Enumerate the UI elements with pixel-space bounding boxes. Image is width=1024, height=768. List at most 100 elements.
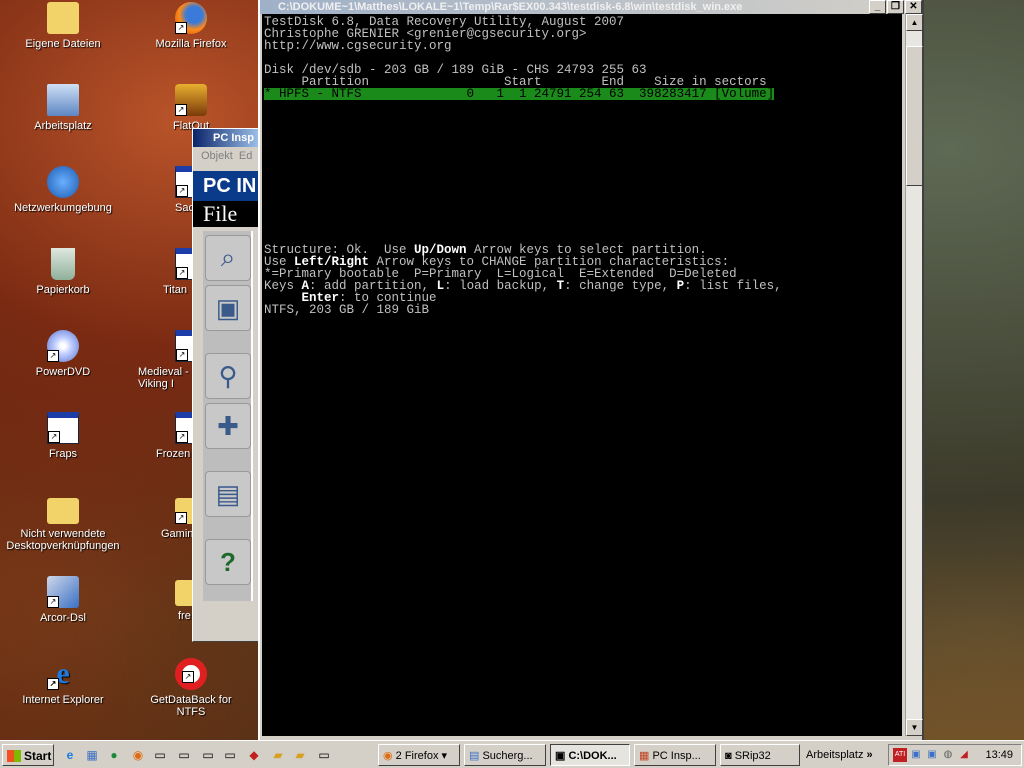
pc-inspector-toolbar: ⌕ ▣ ⚲ ✚ ▤ ? — [203, 231, 253, 601]
windows-logo-icon — [7, 750, 21, 762]
console-titlebar[interactable]: C:\DOKUME~1\Matthes\LOKALE~1\Temp\Rar$EX… — [260, 0, 922, 14]
arbeitsplatz-label: Arbeitsplatz — [806, 749, 864, 761]
firefox-quicklaunch-icon[interactable]: ◉ — [130, 747, 146, 763]
network-icon — [47, 166, 79, 198]
window-quicklaunch-icon[interactable]: ▭ — [152, 747, 168, 763]
folder-open-icon[interactable]: ▤ — [205, 471, 251, 517]
firefox-icon: ◉ — [383, 750, 396, 762]
window-quicklaunch-icon[interactable]: ▭ — [200, 747, 216, 763]
task-label: SRip32 — [734, 750, 771, 762]
game-icon: ↗ — [175, 84, 207, 116]
lifebuoy-icon: ↗ — [175, 658, 207, 690]
folder-documents-icon — [47, 2, 79, 34]
close-button[interactable]: ✕ — [905, 0, 922, 14]
window-quicklaunch-icon[interactable]: ▭ — [222, 747, 238, 763]
help-icon[interactable]: ? — [205, 539, 251, 585]
menu-edit[interactable]: Ed — [239, 150, 252, 162]
camera-icon: ◙ — [725, 750, 735, 762]
task-label: PC Insp... — [652, 750, 701, 762]
pc-inspector-menubar: Objekt Ed — [193, 147, 263, 165]
task-label: C:\DOK... — [568, 750, 617, 762]
file-label: File — [203, 201, 238, 226]
desktop-icon-internet-explorer[interactable]: e ↗ Internet Explorer — [8, 658, 118, 707]
help-text: : load backup, — [444, 279, 557, 293]
pc-inspector-icon: ▦ — [639, 750, 653, 762]
monitor-tray-icon[interactable]: ▣ — [909, 748, 923, 762]
media-quicklaunch-icon[interactable]: ● — [106, 747, 122, 763]
start-label: Start — [24, 749, 52, 763]
chevron-down-icon: ▾ — [441, 750, 448, 762]
folder-quicklaunch-icon[interactable]: ▰ — [270, 747, 286, 763]
desktop-icon-firefox[interactable]: ↗ Mozilla Firefox — [136, 2, 246, 50]
console-title: C:\DOKUME~1\Matthes\LOKALE~1\Temp\Rar$EX… — [278, 1, 743, 13]
ie-quicklaunch-icon[interactable]: e — [62, 747, 78, 763]
desktop-icon-papierkorb[interactable]: Papierkorb — [8, 248, 118, 296]
computer-icon — [47, 84, 79, 116]
help-key: L — [436, 279, 445, 293]
recycle-bin-icon — [51, 248, 75, 280]
scroll-thumb[interactable] — [906, 46, 923, 186]
console-icon: ▣ — [555, 750, 569, 762]
window-quicklaunch-icon[interactable]: ▭ — [316, 747, 332, 763]
desktop-icon-nicht-verwendete[interactable]: Nicht verwendete Desktopverknüpfungen — [4, 494, 122, 552]
scroll-down-icon[interactable]: ▼ — [906, 719, 923, 736]
task-label: Sucherg... — [482, 750, 533, 762]
desktop-icon-fraps[interactable]: ↗ Fraps — [8, 412, 118, 460]
app-quicklaunch-icon[interactable]: ◆ — [246, 747, 262, 763]
partition-row-selected[interactable]: * HPFS - NTFS 0 1 1 24791 254 63 3982834… — [264, 88, 775, 100]
task-firefox[interactable]: ◉ 2 Firefox ▾ — [378, 744, 460, 766]
system-tray: ATI ▣ ▣ ◍ ◢ 13:49 — [888, 744, 1022, 766]
folder-quicklaunch-icon[interactable]: ▰ — [292, 747, 308, 763]
task-console[interactable]: ▣ C:\DOK... — [550, 744, 630, 766]
firefox-icon: ↗ — [175, 2, 207, 34]
network-tray-icon[interactable]: ▣ — [925, 748, 939, 762]
pc-inspector-file-banner: File — [193, 201, 263, 227]
search-drive-icon[interactable]: ⌕ — [205, 235, 251, 281]
desktop-icon-eigene-dateien[interactable]: Eigene Dateien — [8, 2, 118, 50]
folder-icon — [47, 498, 79, 524]
help-text: : change type, — [564, 279, 677, 293]
desktop-icon-getdataback[interactable]: ↗ GetDataBack for NTFS — [136, 658, 246, 718]
network-connection-icon: ↗ — [47, 576, 79, 608]
console-scrollbar[interactable]: ▲ ▼ — [905, 14, 923, 736]
desktop-icon-arbeitsplatz[interactable]: Arbeitsplatz — [8, 84, 118, 132]
save-icon[interactable]: ▣ — [205, 285, 251, 331]
pc-inspector-window[interactable]: PC Insp Objekt Ed PC IN File ⌕ ▣ ⚲ ✚ ▤ ? — [192, 128, 264, 642]
antivirus-tray-icon[interactable]: ◢ — [957, 748, 971, 762]
search-doc-icon: ▤ — [469, 750, 483, 762]
clock[interactable]: 13:49 — [985, 745, 1013, 765]
app-window-icon: ↗ — [47, 412, 79, 444]
menu-objekt[interactable]: Objekt — [201, 150, 233, 162]
scroll-up-icon[interactable]: ▲ — [906, 14, 923, 31]
magnifier-icon[interactable]: ⚲ — [205, 353, 251, 399]
desktop-quicklaunch-icon[interactable]: ▦ — [84, 747, 100, 763]
pc-inspector-titlebar[interactable]: PC Insp — [193, 129, 263, 147]
task-label: 2 Firefox — [395, 750, 439, 762]
pc-inspector-title: PC Insp — [213, 132, 254, 144]
minimize-button[interactable]: _ — [869, 0, 886, 14]
pc-inspector-logo: PC IN — [193, 171, 263, 201]
desktop-icon-powerdvd[interactable]: ↗ PowerDVD — [8, 330, 118, 378]
task-pc-inspector[interactable]: ▦ PC Insp... — [634, 744, 716, 766]
pc-inspector-brand: PC IN — [203, 175, 257, 197]
start-button[interactable]: Start — [2, 744, 54, 766]
add-drive-icon[interactable]: ✚ — [205, 403, 251, 449]
window-quicklaunch-icon[interactable]: ▭ — [176, 747, 192, 763]
address-toolbar-label[interactable]: Arbeitsplatz » — [806, 741, 873, 768]
desktop-icon-flatout[interactable]: ↗ FlatOut — [136, 84, 246, 132]
dvd-icon: ↗ — [47, 330, 79, 362]
console-screen[interactable]: TestDisk 6.8, Data Recovery Utility, Aug… — [262, 14, 902, 736]
help-key: T — [556, 279, 565, 293]
task-srip32[interactable]: ◙ SRip32 — [720, 744, 800, 766]
testdisk-console-window[interactable]: C:\DOKUME~1\Matthes\LOKALE~1\Temp\Rar$EX… — [258, 0, 924, 740]
speaker-tray-icon[interactable]: ◍ — [941, 748, 955, 762]
desktop-icon-netzwerkumgebung[interactable]: Netzwerkumgebung — [8, 166, 118, 214]
console-line: http://www.cgsecurity.org — [264, 39, 452, 53]
partition-summary: NTFS, 203 GB / 189 GiB — [264, 303, 430, 317]
ati-tray-icon[interactable]: ATI — [893, 748, 907, 762]
task-suchergebnisse[interactable]: ▤ Sucherg... — [464, 744, 546, 766]
ie-icon: e ↗ — [47, 658, 79, 690]
taskbar: Start e ▦ ● ◉ ▭ ▭ ▭ ▭ ◆ ▰ ▰ ▭ ◉ 2 Firefo… — [0, 740, 1024, 768]
maximize-button[interactable]: ❐ — [887, 0, 904, 14]
desktop-icon-arcor-dsl[interactable]: ↗ Arcor-Dsl — [8, 576, 118, 624]
